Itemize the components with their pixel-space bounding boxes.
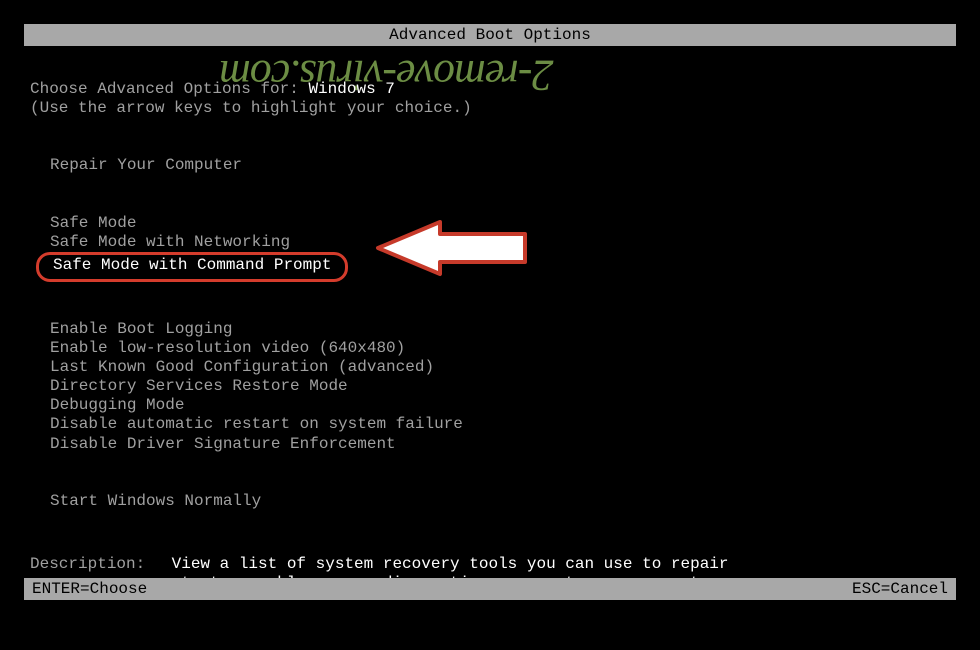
footer-esc-cancel: ESC=Cancel xyxy=(852,578,948,600)
option-disable-auto-restart[interactable]: Disable automatic restart on system fail… xyxy=(30,415,950,434)
option-safe-mode[interactable]: Safe Mode xyxy=(30,214,950,233)
title-bar: Advanced Boot Options xyxy=(24,24,956,46)
option-debugging-mode[interactable]: Debugging Mode xyxy=(30,396,950,415)
option-last-known-good-config[interactable]: Last Known Good Configuration (advanced) xyxy=(30,358,950,377)
group-normal: Start Windows Normally xyxy=(30,492,950,511)
option-enable-boot-logging[interactable]: Enable Boot Logging xyxy=(30,320,950,339)
option-safe-mode-networking[interactable]: Safe Mode with Networking xyxy=(30,233,950,252)
option-repair-computer[interactable]: Repair Your Computer xyxy=(30,156,950,175)
footer-bar: ENTER=Choose ESC=Cancel xyxy=(24,578,956,600)
footer-enter-choose: ENTER=Choose xyxy=(32,578,147,600)
option-safe-mode-command-prompt[interactable]: Safe Mode with Command Prompt xyxy=(36,252,348,282)
group-advanced: Enable Boot Logging Enable low-resolutio… xyxy=(30,320,950,454)
option-low-resolution-video[interactable]: Enable low-resolution video (640x480) xyxy=(30,339,950,358)
description-label: Description: xyxy=(30,555,162,574)
option-directory-services-restore[interactable]: Directory Services Restore Mode xyxy=(30,377,950,396)
group-safe-mode: Safe Mode Safe Mode with Networking Safe… xyxy=(30,214,950,282)
option-safe-mode-command-prompt-wrapper: Safe Mode with Command Prompt xyxy=(30,252,950,282)
os-name: Windows 7 xyxy=(308,80,394,98)
hint-line: (Use the arrow keys to highlight your ch… xyxy=(30,99,950,118)
option-disable-driver-signature[interactable]: Disable Driver Signature Enforcement xyxy=(30,435,950,454)
content-area: Choose Advanced Options for: Windows 7 (… xyxy=(30,80,950,593)
prompt-label: Choose Advanced Options for: xyxy=(30,80,308,98)
group-repair: Repair Your Computer xyxy=(30,156,950,175)
prompt-line: Choose Advanced Options for: Windows 7 xyxy=(30,80,950,99)
option-start-windows-normally[interactable]: Start Windows Normally xyxy=(30,492,950,511)
